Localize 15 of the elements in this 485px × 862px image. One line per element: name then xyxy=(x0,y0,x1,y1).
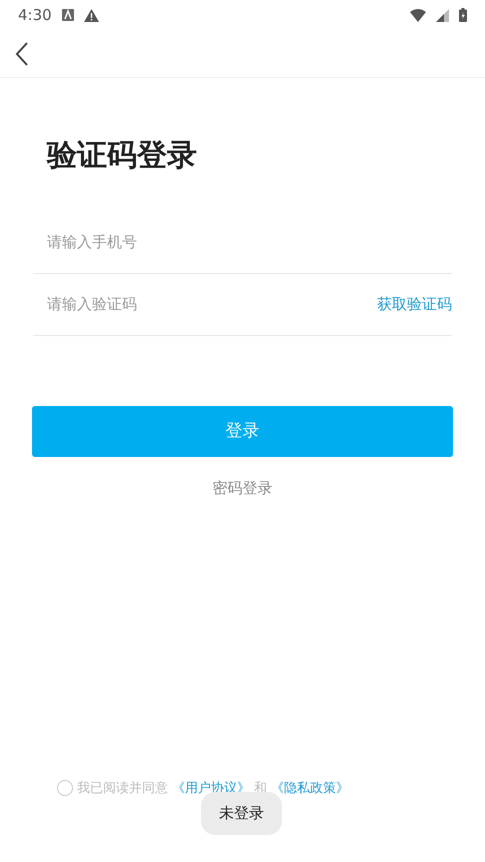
signal-icon xyxy=(436,8,449,22)
agree-radio[interactable] xyxy=(57,780,73,796)
agreement-text: 我已阅读并同意 xyxy=(77,780,168,798)
notification-icon xyxy=(62,9,74,21)
login-button[interactable]: 登录 xyxy=(32,406,453,457)
status-toast: 未登录 xyxy=(201,792,282,834)
code-field[interactable]: 请输入验证码 xyxy=(33,292,377,317)
password-login-link[interactable]: 密码登录 xyxy=(212,477,272,500)
phone-field[interactable]: 请输入手机号 xyxy=(33,230,452,255)
warning-icon xyxy=(84,8,99,22)
status-time: 4:30 xyxy=(18,4,52,26)
battery-icon xyxy=(459,8,467,22)
page-title: 验证码登录 xyxy=(47,138,198,174)
wifi-icon xyxy=(410,8,426,22)
get-code-link[interactable]: 获取验证码 xyxy=(377,293,452,316)
